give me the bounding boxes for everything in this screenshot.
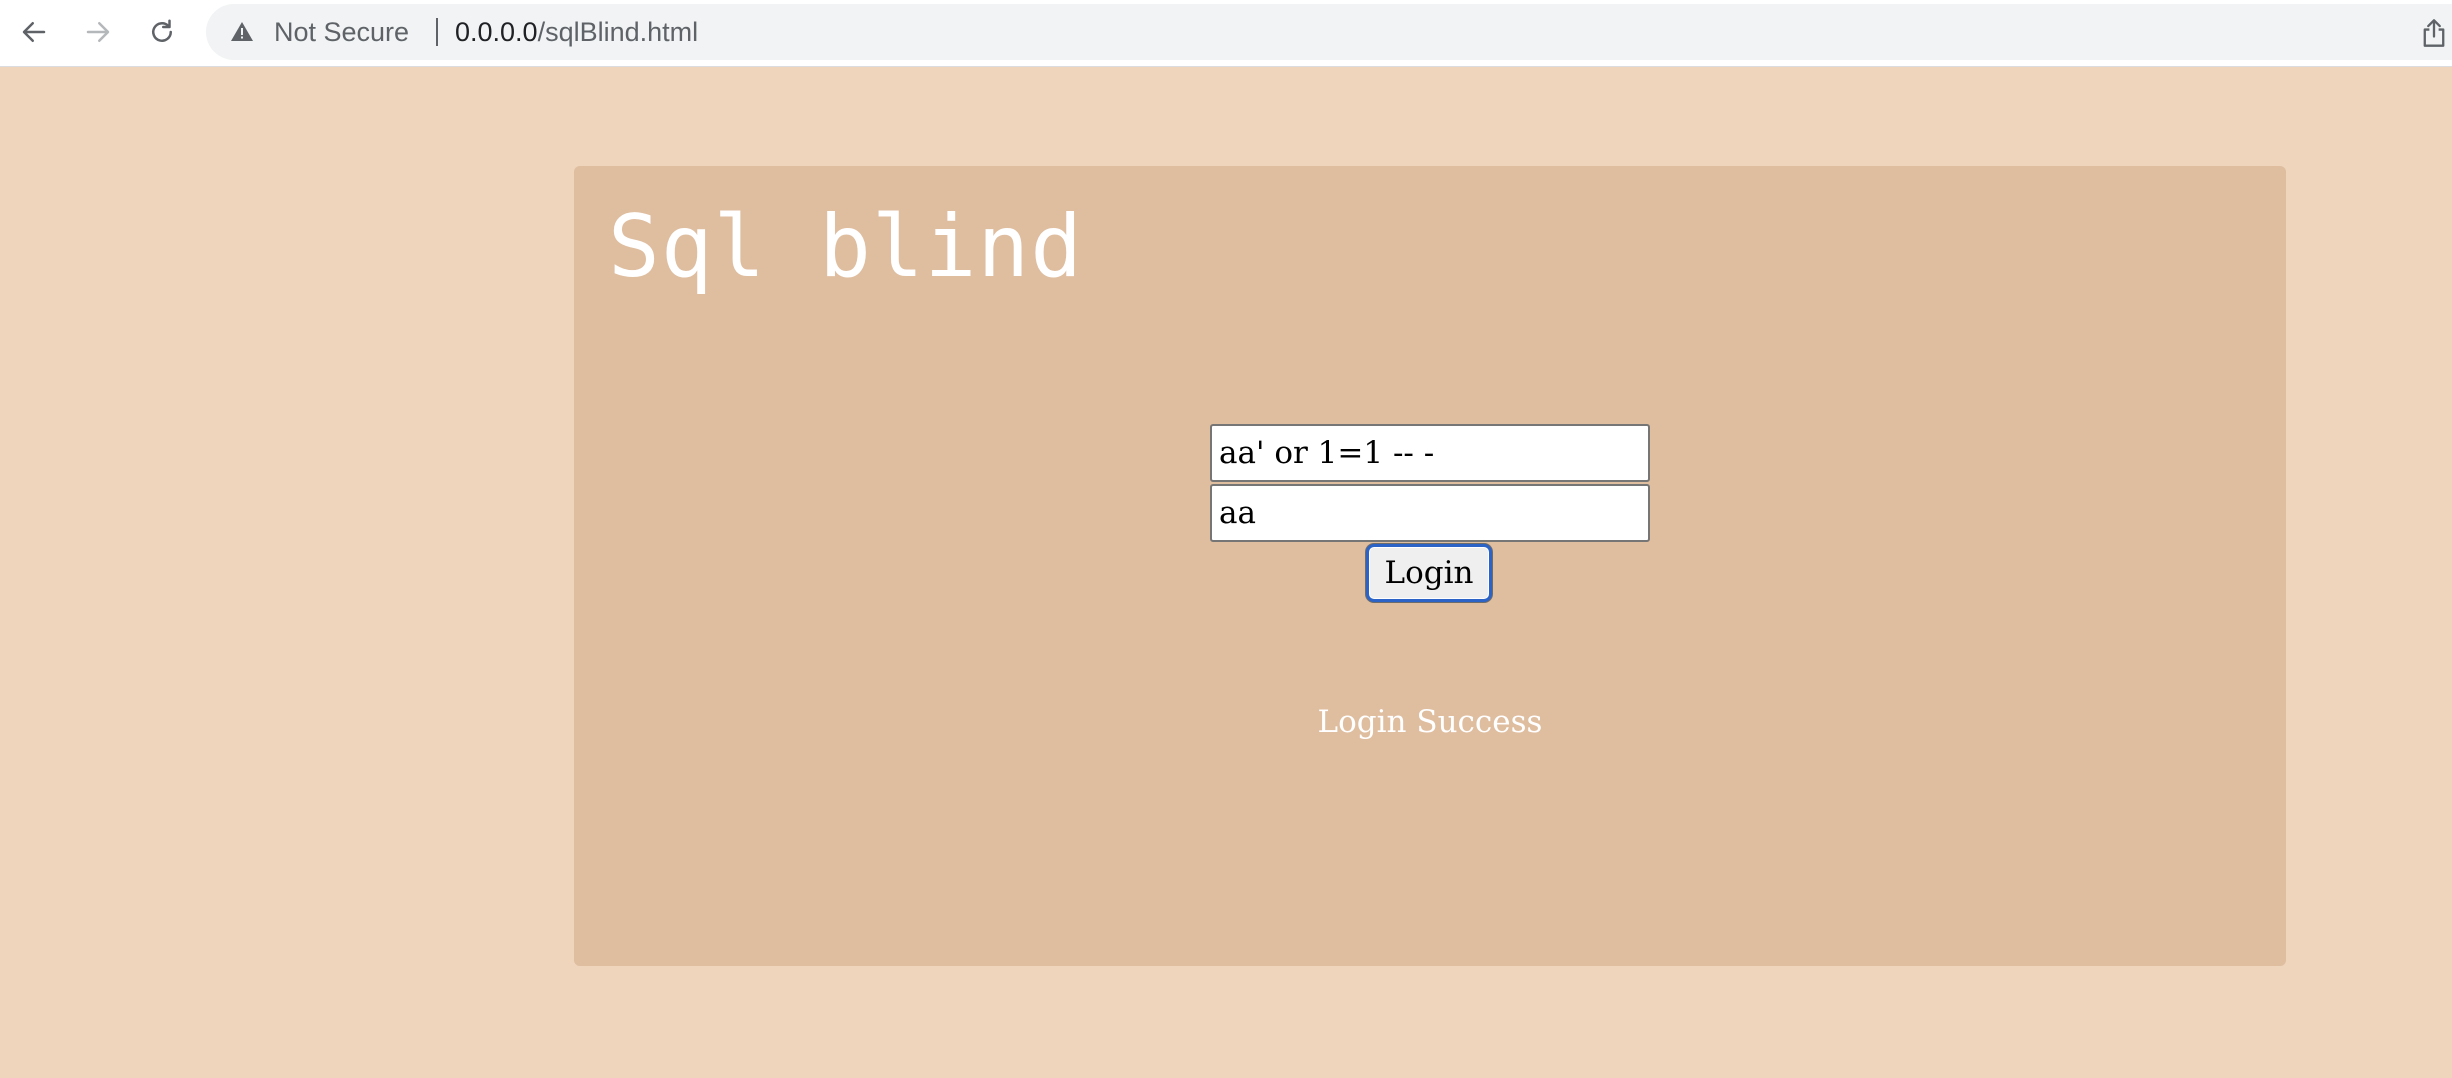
address-bar[interactable]: Not Secure 0.0.0.0/sqlBlind.html — [206, 4, 2452, 60]
back-button[interactable] — [14, 12, 54, 52]
login-status-message: Login Success — [1317, 704, 1543, 740]
password-input[interactable] — [1210, 484, 1650, 542]
url-text[interactable]: 0.0.0.0/sqlBlind.html — [455, 18, 698, 46]
username-input[interactable] — [1210, 424, 1650, 482]
login-button[interactable]: Login — [1366, 544, 1492, 602]
arrow-left-icon — [22, 22, 46, 42]
arrow-right-icon — [86, 22, 110, 42]
share-icon[interactable] — [2420, 18, 2448, 48]
page-title: Sql blind — [608, 197, 1083, 297]
warning-triangle-icon — [231, 22, 253, 41]
address-divider — [436, 18, 438, 46]
security-status-label[interactable]: Not Secure — [274, 18, 409, 46]
reload-icon — [152, 19, 172, 42]
browser-toolbar: Not Secure 0.0.0.0/sqlBlind.html — [0, 0, 2452, 67]
reload-button[interactable] — [142, 12, 182, 52]
url-path: /sqlBlind.html — [537, 17, 699, 47]
login-panel: Sql blind Login Login Success — [574, 166, 2286, 966]
url-host: 0.0.0.0 — [455, 17, 538, 47]
forward-button[interactable] — [78, 12, 118, 52]
